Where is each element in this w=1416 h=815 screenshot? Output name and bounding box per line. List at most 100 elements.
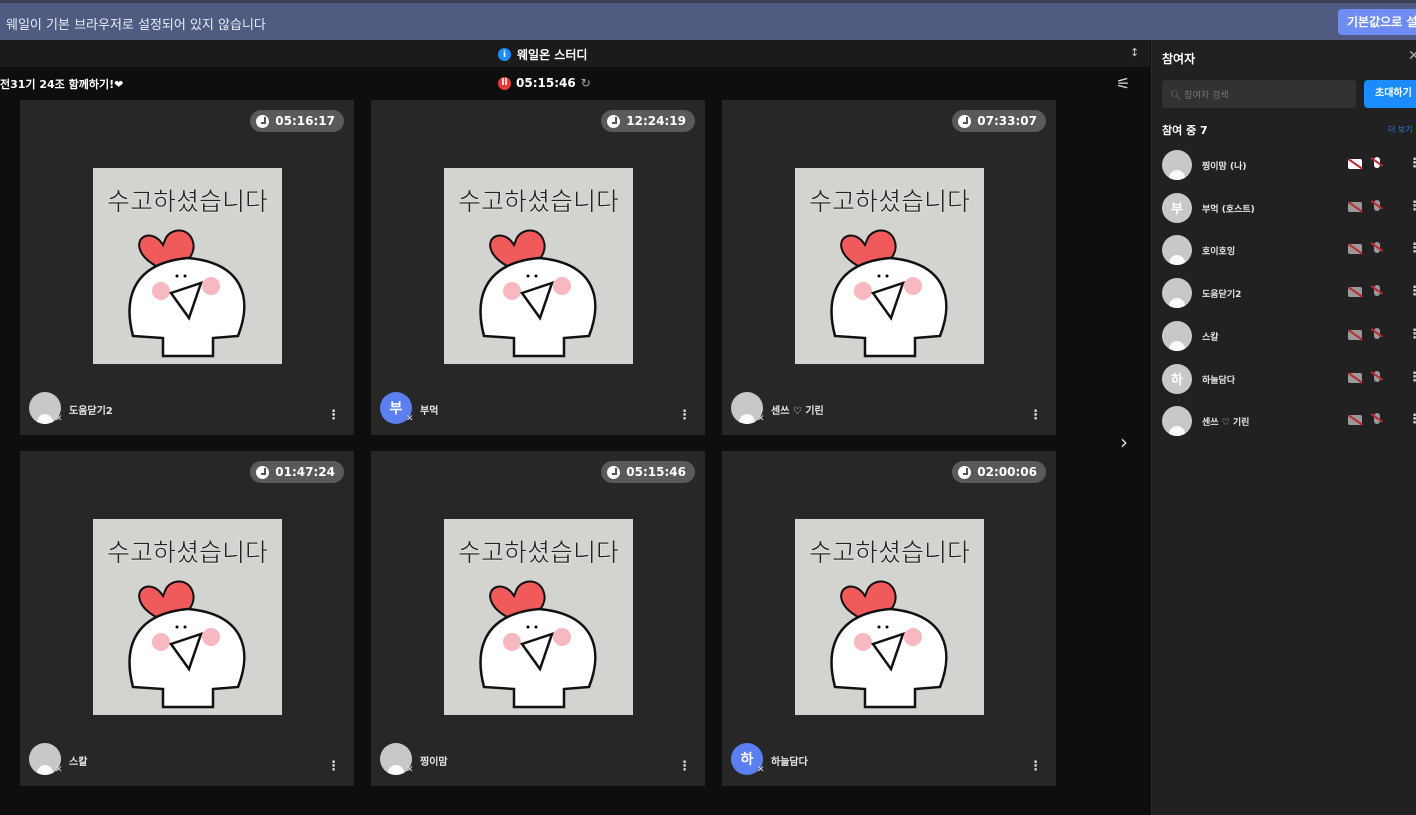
clock-icon — [607, 114, 621, 128]
participant-row[interactable]: 센쓰 ♡ 기린 ⋮ — [1162, 406, 1416, 438]
participant-name: 센쓰 ♡ 기린 — [771, 406, 824, 417]
participant-row[interactable]: 스칼 ⋮ — [1162, 320, 1416, 353]
sticker-text: 수고하셨습니다 — [106, 187, 268, 216]
mic-off-icon: ✕ — [55, 765, 63, 775]
clock-icon — [958, 465, 972, 479]
participant-count: 참여 중 7 — [1162, 124, 1208, 137]
default-avatar-icon — [1169, 298, 1185, 309]
group-name: 전31기 24조 함께하기!❤ — [0, 78, 124, 91]
settings-sliders-icon[interactable]: ⚟ — [1116, 74, 1130, 93]
study-time-badge: 02:00:06 — [952, 461, 1046, 483]
participant-name: 찡이맘 (나) — [1202, 162, 1247, 172]
more-options-icon[interactable]: ⋮ — [1408, 370, 1416, 385]
participant-name: 부먹 (호스트) — [1202, 204, 1255, 215]
refresh-icon[interactable]: ↻ — [581, 76, 591, 90]
participant-search-input[interactable]: 🔍︎ 참여자 검색 — [1162, 80, 1356, 108]
mic-off-icon[interactable] — [1374, 285, 1380, 297]
more-link[interactable]: 더 보기 — [1388, 124, 1413, 135]
more-options-icon[interactable]: ⋮ — [327, 759, 340, 774]
camera-off-icon[interactable] — [1348, 415, 1362, 426]
more-options-icon[interactable]: ⋮ — [1408, 241, 1416, 256]
study-time-badge: 05:16:17 — [250, 110, 344, 132]
video-tile[interactable]: 07:33:07 수고하셨습니다 ✕ 센쓰 ♡ 기린 ⋮ — [722, 100, 1056, 435]
mic-off-icon[interactable] — [1374, 327, 1380, 339]
camera-off-icon[interactable] — [1348, 159, 1362, 169]
video-tile[interactable]: 05:16:17 수고하셨습니다 ✕ 도움닫기2 ⋮ — [20, 100, 354, 435]
sticker-text: 수고하셨습니다 — [106, 538, 268, 567]
more-options-icon[interactable]: ⋮ — [1408, 412, 1416, 427]
study-time-badge: 05:15:46 — [601, 461, 695, 483]
mic-off-icon[interactable] — [1374, 370, 1380, 382]
mic-off-icon: ✕ — [757, 765, 765, 775]
camera-off-icon[interactable] — [1348, 201, 1362, 212]
camera-off-icon[interactable] — [1348, 244, 1362, 255]
more-options-icon[interactable]: ⋮ — [1029, 408, 1042, 423]
participant-name: 센쓰 ♡ 기린 — [1202, 418, 1250, 429]
participant-name: 도움닫기2 — [69, 406, 113, 417]
info-icon[interactable]: i — [498, 48, 511, 61]
pause-icon[interactable]: ll — [498, 76, 511, 90]
sticker-text: 수고하셨습니다 — [808, 538, 970, 567]
mic-off-icon: ✕ — [406, 765, 414, 775]
more-options-icon[interactable]: ⋮ — [327, 408, 340, 423]
participant-row[interactable]: 호이호잉 ⋮ — [1162, 235, 1416, 267]
default-avatar-icon — [1169, 255, 1185, 266]
participant-row[interactable]: 찡이맘 (나) ⋮ — [1162, 150, 1416, 182]
participant-name: 스칼 — [1202, 332, 1219, 343]
study-time: 07:33:07 — [977, 114, 1037, 128]
mic-off-icon[interactable] — [1374, 157, 1380, 168]
panel-title: 참여자 — [1162, 52, 1196, 66]
more-options-icon[interactable]: ⋮ — [1408, 284, 1416, 299]
participant-name: 호이호잉 — [1202, 247, 1236, 258]
default-browser-banner: 웨일이 기본 브라우저로 설정되어 있지 않습니다 기본값으로 설정 — [0, 0, 1416, 40]
clock-icon — [256, 465, 270, 479]
sticker-text: 수고하셨습니다 — [808, 187, 970, 216]
default-avatar-icon — [739, 414, 755, 424]
avatar: 하 — [1162, 363, 1192, 394]
participant-row[interactable]: 부 부먹 (호스트) ⋮ — [1162, 192, 1416, 225]
more-options-icon[interactable]: ⋮ — [678, 759, 691, 774]
meeting-title: i 웨일온 스터디 — [498, 46, 587, 63]
more-options-icon[interactable]: ⋮ — [1029, 759, 1042, 774]
video-tile[interactable]: 12:24:19 수고하셨습니다 부 ✕ 부먹 ⋮ — [371, 100, 705, 435]
video-tile[interactable]: 02:00:06 수고하셨습니다 하 ✕ 하늘담다 ⋮ — [722, 451, 1056, 786]
more-options-icon[interactable]: ⋮ — [1408, 327, 1416, 342]
camera-off-icon[interactable] — [1348, 372, 1362, 383]
close-icon[interactable]: ✕ — [1408, 48, 1416, 64]
mic-off-icon[interactable] — [1374, 413, 1380, 425]
participant-row[interactable]: 도움닫기2 ⋮ — [1162, 278, 1416, 310]
profile-sticker-image: 수고하셨습니다 — [444, 519, 633, 715]
default-avatar-icon — [37, 414, 53, 424]
video-tile[interactable]: 01:47:24 수고하셨습니다 ✕ 스칼 ⋮ — [20, 451, 354, 786]
avatar — [1162, 320, 1192, 351]
participant-row[interactable]: 하 하늘담다 ⋮ — [1162, 363, 1416, 396]
camera-off-icon[interactable] — [1348, 287, 1362, 298]
more-options-icon[interactable]: ⋮ — [1408, 199, 1416, 214]
default-avatar-icon — [37, 765, 53, 775]
sort-icon[interactable]: ↕ — [1130, 46, 1139, 59]
participant-name: 하늘담다 — [1202, 375, 1236, 386]
video-tile[interactable]: 05:15:46 수고하셨습니다 ✕ 찡이맘 ⋮ — [371, 451, 705, 786]
participants-panel: 참여자 ✕ 🔍︎ 참여자 검색 초대하기 참여 중 7 더 보기 찡이맘 (나)… — [1151, 40, 1416, 815]
study-time: 01:47:24 — [275, 465, 335, 479]
study-time: 12:24:19 — [626, 114, 686, 128]
profile-sticker-image: 수고하셨습니다 — [795, 519, 984, 715]
study-time-badge: 12:24:19 — [601, 110, 695, 132]
mic-off-icon[interactable] — [1374, 242, 1380, 254]
camera-off-icon[interactable] — [1348, 329, 1362, 340]
avatar — [1162, 150, 1192, 180]
clock-icon — [256, 114, 270, 128]
more-options-icon[interactable]: ⋮ — [1408, 156, 1416, 171]
mic-off-icon: ✕ — [406, 414, 414, 424]
avatar — [1162, 406, 1192, 437]
mic-off-icon[interactable] — [1374, 199, 1380, 211]
banner-message: 웨일이 기본 브라우저로 설정되어 있지 않습니다 — [6, 18, 266, 33]
more-options-icon[interactable]: ⋮ — [678, 408, 691, 423]
sticker-text: 수고하셨습니다 — [457, 187, 619, 216]
timer-text: 05:15:46 — [516, 76, 576, 90]
participant-name: 하늘담다 — [771, 757, 808, 768]
invite-button[interactable]: 초대하기 — [1364, 80, 1416, 108]
set-default-button[interactable]: 기본값으로 설정 — [1338, 9, 1416, 35]
next-page-icon[interactable]: › — [1120, 430, 1128, 454]
study-time: 02:00:06 — [977, 465, 1037, 479]
